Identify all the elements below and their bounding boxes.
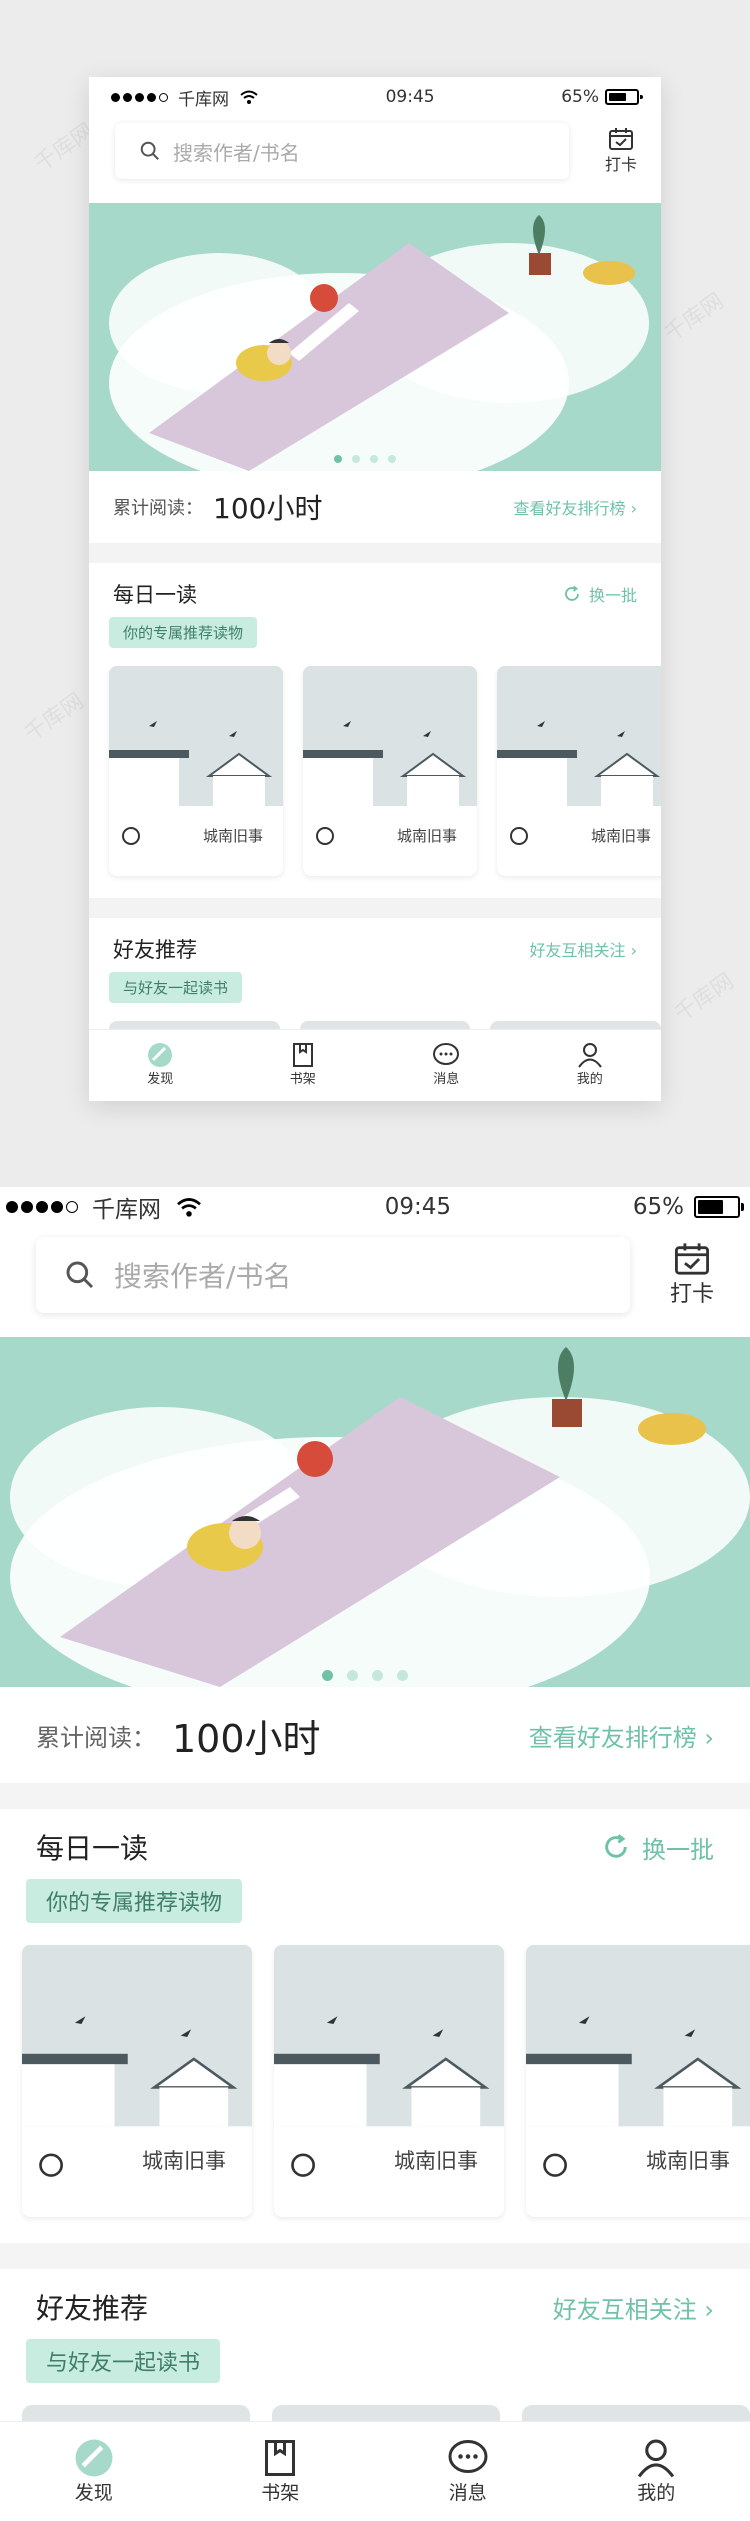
book-card[interactable]: 城南旧事: [22, 1945, 252, 2217]
discover-icon: [75, 2439, 113, 2477]
carrier-name: 千库网: [92, 1197, 161, 1223]
status-bar: 千库网 09:45 65%: [0, 1187, 750, 1227]
read-with-friends-tag: 与好友一起读书: [26, 2339, 221, 2383]
search-input[interactable]: 搜索作者/书名: [115, 123, 569, 179]
book-title: 城南旧事: [203, 827, 264, 845]
search-icon: [140, 141, 159, 160]
refresh-icon: [565, 585, 579, 601]
nav-profile[interactable]: 我的: [577, 1042, 603, 1101]
checkin-label: 打卡: [604, 155, 637, 174]
search-input[interactable]: 搜索作者/书名: [36, 1237, 630, 1313]
carrier-name: 千库网: [178, 89, 229, 110]
book-card[interactable]: 城南旧事: [109, 666, 283, 876]
banner-illustration: [109, 215, 649, 471]
nav-discover[interactable]: 发现: [74, 2438, 114, 2521]
checkin-button[interactable]: 打卡: [605, 127, 637, 175]
signal-icon: [111, 92, 168, 102]
nav-bookshelf[interactable]: 书架: [261, 2438, 299, 2521]
message-icon: [448, 2440, 488, 2473]
mutual-follow-link[interactable]: 好友互相关注 ›: [530, 937, 638, 961]
friend-ranking-link[interactable]: 查看好友排行榜 ›: [514, 495, 638, 519]
nav-messages[interactable]: 消息: [432, 1042, 460, 1101]
checkin-button[interactable]: 打卡: [670, 1242, 714, 1308]
banner-illustration: [10, 1347, 750, 1687]
checkin-label: 打卡: [670, 1282, 715, 1307]
book-title: 城南旧事: [591, 827, 652, 845]
status-bar: 千库网 09:45 65%: [89, 77, 661, 117]
search-icon: [66, 1261, 94, 1289]
clock: 09:45: [385, 87, 435, 107]
battery-percent: 65%: [632, 1194, 684, 1220]
wifi-icon: [240, 90, 258, 104]
reading-total: 100小时: [172, 1716, 321, 1761]
friend-recommend-title: 好友推荐: [36, 2292, 149, 2325]
nav-messages[interactable]: 消息: [447, 2438, 489, 2521]
read-with-friends-tag: 与好友一起读书: [109, 972, 243, 1003]
recommend-tag: 你的专属推荐读物: [26, 1879, 243, 1923]
battery-icon: [693, 1196, 744, 1218]
signal-icon: [6, 1201, 78, 1213]
carousel-dots[interactable]: [322, 1670, 408, 1681]
banner-carousel[interactable]: [0, 1337, 750, 1687]
daily-read-title: 每日一读: [113, 583, 197, 607]
calendar-check-icon: [675, 1243, 709, 1275]
search-placeholder: 搜索作者/书名: [114, 1260, 292, 1293]
book-card[interactable]: 城南旧事: [497, 666, 661, 876]
bookshelf-icon: [265, 2440, 296, 2476]
wifi-icon: [177, 1198, 201, 1217]
refresh-icon: [605, 1834, 627, 1858]
nav-bookshelf[interactable]: 书架: [290, 1042, 316, 1101]
message-icon: [433, 1043, 460, 1065]
carousel-dots[interactable]: [334, 455, 396, 463]
friend-ranking-link[interactable]: 查看好友排行榜 ›: [529, 1718, 714, 1753]
preview-phone-screen: 千库网 09:45 65% 搜索作者/书名 打卡 累计阅读： 100小时 查看好…: [89, 77, 661, 1101]
profile-icon: [577, 1043, 602, 1068]
nav-profile[interactable]: 我的: [636, 2438, 676, 2521]
bottom-nav: 发现 书架 消息 我的: [89, 1029, 661, 1101]
book-title: 城南旧事: [142, 2149, 226, 2173]
book-cover-image: [22, 1945, 252, 2217]
reading-label: 累计阅读：: [36, 1723, 156, 1752]
mutual-follow-link[interactable]: 好友互相关注 ›: [553, 2290, 714, 2325]
battery-icon: [604, 89, 643, 105]
nav-discover[interactable]: 发现: [147, 1042, 173, 1101]
clock: 09:45: [384, 1194, 452, 1220]
book-cover-image: [274, 1945, 504, 2217]
bookshelf-icon: [292, 1043, 313, 1067]
refresh-button[interactable]: 换一批: [563, 582, 637, 606]
book-card[interactable]: 城南旧事: [274, 1945, 504, 2217]
battery-percent: 65%: [561, 87, 599, 107]
reading-label: 累计阅读：: [113, 498, 203, 519]
phone-screen: 千库网 09:45 65% 搜索作者/书名 打卡 累计阅读： 100小时 查看好…: [0, 1187, 750, 2521]
daily-read-title: 每日一读: [36, 1832, 149, 1865]
book-card[interactable]: 城南旧事: [526, 1945, 750, 2217]
bottom-nav: 发现 书架 消息 我的: [0, 2421, 750, 2521]
search-placeholder: 搜索作者/书名: [173, 140, 300, 165]
friend-recommend-title: 好友推荐: [113, 938, 197, 962]
recommend-tag: 你的专属推荐读物: [109, 617, 258, 648]
book-card[interactable]: 城南旧事: [303, 666, 477, 876]
banner-carousel[interactable]: [89, 203, 661, 471]
refresh-button[interactable]: 换一批: [602, 1830, 714, 1865]
book-title: 城南旧事: [397, 827, 458, 845]
calendar-check-icon: [608, 128, 633, 150]
profile-icon: [638, 2439, 675, 2478]
book-title: 城南旧事: [394, 2149, 478, 2173]
book-title: 城南旧事: [646, 2149, 730, 2173]
reading-total: 100小时: [213, 492, 323, 525]
discover-icon: [148, 1043, 173, 1067]
book-cover-image: [526, 1945, 750, 2217]
